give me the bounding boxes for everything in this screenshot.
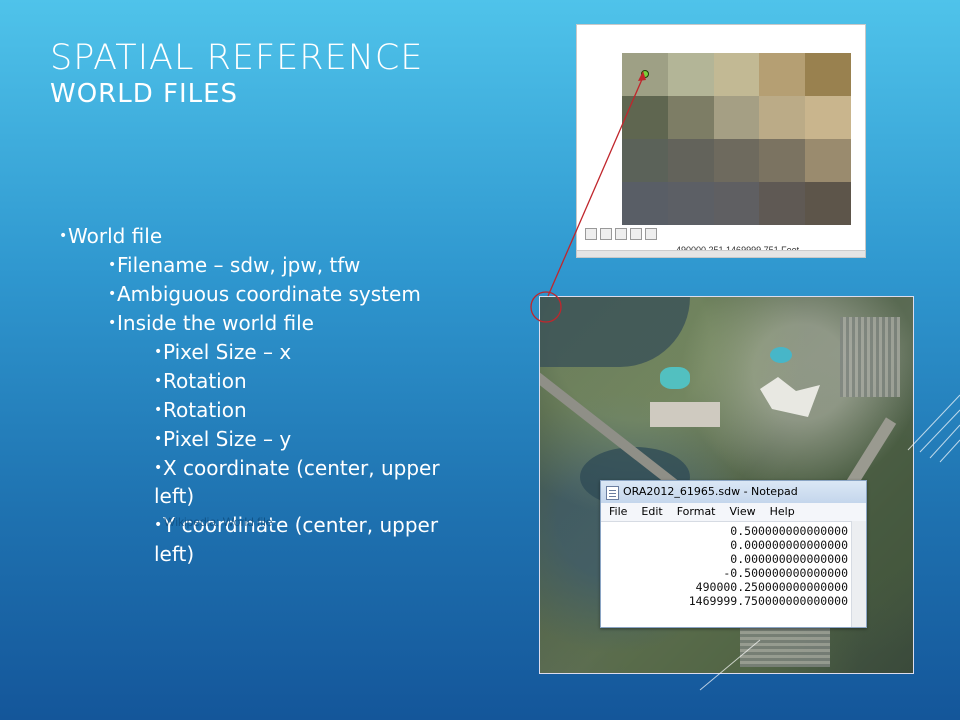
notepad-icon bbox=[606, 486, 619, 500]
raster-pixel bbox=[622, 96, 668, 139]
notepad-line: -0.500000000000000 bbox=[723, 566, 848, 580]
menu-item-view[interactable]: View bbox=[730, 503, 756, 521]
pointer-icon[interactable] bbox=[585, 228, 597, 240]
raster-pixel bbox=[805, 96, 851, 139]
bullet-item: Pixel Size – y bbox=[154, 425, 291, 454]
pause-icon[interactable] bbox=[645, 228, 657, 240]
raster-pixel bbox=[805, 182, 851, 225]
notepad-titlebar[interactable]: ORA2012_61965.sdw - Notepad bbox=[601, 481, 866, 503]
raster-pixel bbox=[805, 53, 851, 96]
raster-pixel bbox=[713, 139, 760, 182]
raster-pixel bbox=[759, 139, 806, 182]
map-view-panel[interactable]: 490000.251 1469999.751 Feet bbox=[576, 24, 866, 258]
slide-title: SPATIAL REFERENCE bbox=[50, 38, 424, 78]
bullet-continuation: left) bbox=[154, 542, 195, 566]
notepad-title: ORA2012_61965.sdw - Notepad bbox=[623, 485, 798, 498]
slide-title-block: SPATIAL REFERENCE WORLD FILES bbox=[50, 38, 423, 110]
notepad-menubar: File Edit Format View Help bbox=[601, 503, 866, 522]
wikipedia-link[interactable]: Wikipedia: World file bbox=[164, 515, 272, 529]
notepad-line: 0.000000000000000 bbox=[730, 538, 848, 552]
raster-pixel bbox=[667, 53, 714, 96]
page-icon[interactable] bbox=[600, 228, 612, 240]
bullet-item: Ambiguous coordinate system bbox=[108, 280, 421, 309]
menu-item-file[interactable]: File bbox=[609, 503, 627, 521]
raster-pixel bbox=[622, 182, 668, 225]
horizontal-scrollbar[interactable] bbox=[577, 250, 865, 257]
vertical-scrollbar[interactable] bbox=[851, 521, 866, 627]
slide-subtitle: WORLD FILES bbox=[50, 79, 239, 109]
raster-pixel bbox=[667, 139, 714, 182]
bullet-item: Rotation bbox=[154, 367, 247, 396]
bullet-item: Inside the world file bbox=[108, 309, 314, 338]
menu-item-help[interactable]: Help bbox=[770, 503, 795, 521]
bullet-item: World file bbox=[59, 222, 162, 251]
raster-pixel bbox=[667, 96, 714, 139]
bullet-item: Pixel Size – x bbox=[154, 338, 291, 367]
layout-icon[interactable] bbox=[615, 228, 627, 240]
menu-item-format[interactable]: Format bbox=[677, 503, 716, 521]
raster-pixel bbox=[805, 139, 851, 182]
notepad-line: 0.500000000000000 bbox=[730, 524, 848, 538]
notepad-line: 490000.250000000000000 bbox=[695, 580, 848, 594]
notepad-line: 0.000000000000000 bbox=[730, 552, 848, 566]
raster-pixel bbox=[759, 53, 806, 96]
refresh-icon[interactable] bbox=[630, 228, 642, 240]
raster-pixel bbox=[713, 96, 760, 139]
menu-item-edit[interactable]: Edit bbox=[641, 503, 662, 521]
raster-pixel bbox=[713, 182, 760, 225]
notepad-window[interactable]: ORA2012_61965.sdw - Notepad File Edit Form… bbox=[600, 480, 867, 628]
notepad-line: 1469999.750000000000000 bbox=[688, 594, 848, 608]
bullet-item: Filename – sdw, jpw, tfw bbox=[108, 251, 360, 280]
map-point-marker bbox=[641, 70, 649, 78]
raster-pixel bbox=[759, 182, 806, 225]
bullet-continuation: left) bbox=[154, 484, 195, 508]
raster-pixel bbox=[667, 182, 714, 225]
map-toolbar bbox=[585, 228, 657, 242]
raster-pixel bbox=[759, 96, 806, 139]
raster-pixel bbox=[622, 139, 668, 182]
raster-pixel-grid bbox=[622, 53, 851, 225]
raster-pixel bbox=[713, 53, 760, 96]
bullet-item: X coordinate (center, upper bbox=[154, 454, 440, 483]
notepad-text-area[interactable]: 0.500000000000000 0.000000000000000 0.0000… bbox=[601, 522, 866, 608]
bullet-item: Rotation bbox=[154, 396, 247, 425]
